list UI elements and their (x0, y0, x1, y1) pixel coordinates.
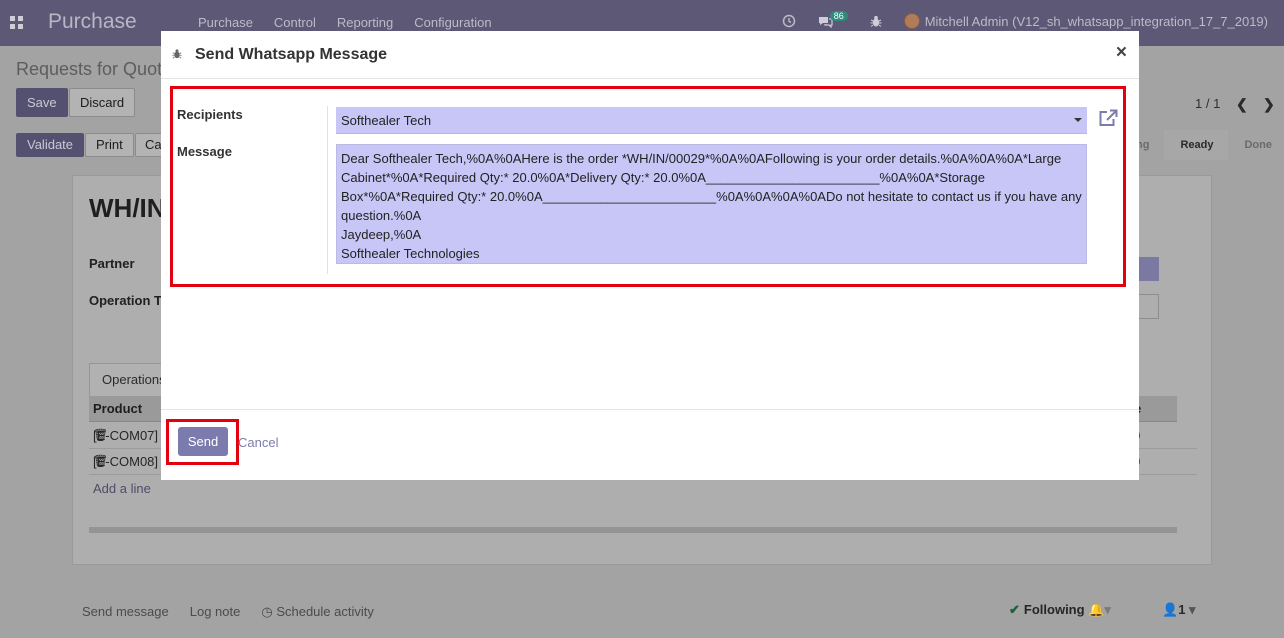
status-bar: ng Ready Done (1120, 130, 1284, 160)
chevron-down-icon: ▾ (1189, 602, 1196, 617)
add-line-link[interactable]: Add a line (93, 481, 151, 496)
schedule-activity-link[interactable]: ◷ Schedule activity (261, 604, 374, 620)
debug-bug-icon[interactable] (172, 48, 182, 63)
operation-type-label: Operation T (89, 293, 162, 308)
bell-icon[interactable]: 🔔▾ (1088, 602, 1111, 617)
partner-select-edge[interactable] (1137, 257, 1159, 281)
clock-icon: ◷ (261, 604, 277, 619)
dialog-footer (161, 409, 1139, 480)
schedule-activity-label: Schedule activity (276, 604, 374, 619)
label-divider (327, 106, 328, 274)
navbar-systray: 86 Mitchell Admin (V12_sh_whatsapp_integ… (782, 11, 1268, 29)
whatsapp-dialog: Send Whatsapp Message × Recipients Messa… (161, 31, 1139, 480)
menu-item-control[interactable]: Control (274, 15, 316, 30)
app-brand: Purchase (48, 10, 137, 33)
user-menu-label[interactable]: Mitchell Admin (V12_sh_whatsapp_integrat… (925, 14, 1268, 29)
followers-button[interactable]: 👤1 ▾ (1162, 602, 1196, 618)
check-icon: ✔ (1009, 602, 1020, 617)
message-label: Message (177, 144, 232, 159)
messages-icon[interactable]: 86 (818, 11, 848, 28)
follow-button[interactable]: ✔ Following 🔔▾ (1009, 602, 1111, 618)
dialog-header: Send Whatsapp Message × (161, 31, 1139, 79)
breadcrumb[interactable]: Requests for Quot (16, 59, 162, 80)
pager-previous-icon[interactable]: ❮ (1236, 96, 1248, 113)
partner-label: Partner (89, 256, 135, 271)
print-button[interactable]: Print (85, 133, 134, 157)
send-button[interactable]: Send (178, 427, 228, 456)
record-title: WH/IN (89, 193, 166, 223)
user-icon: 👤 (1162, 602, 1179, 617)
close-icon[interactable]: × (1116, 42, 1127, 64)
clock-icon[interactable] (782, 14, 796, 28)
apps-menu-icon[interactable] (10, 16, 23, 29)
discard-button[interactable]: Discard (69, 88, 136, 117)
menu-item-reporting[interactable]: Reporting (337, 15, 393, 30)
message-textarea[interactable]: Dear Softhealer Tech,%0A%0AHere is the o… (336, 144, 1087, 264)
external-link-icon[interactable] (1098, 109, 1118, 130)
recipients-label: Recipients (177, 107, 243, 122)
menu-item-purchase[interactable]: Purchase (198, 15, 253, 30)
recipients-select[interactable]: Softhealer Tech (336, 107, 1087, 134)
validate-button[interactable]: Validate (16, 133, 85, 157)
status-step-done[interactable]: Done (1228, 130, 1284, 160)
operation-input-edge[interactable] (1137, 294, 1159, 319)
cancel-link[interactable]: Cancel (238, 435, 278, 450)
chatter-bar: Send message Log note ◷ Schedule activit… (82, 604, 374, 620)
recipients-value: Softhealer Tech (341, 113, 432, 128)
dialog-title: Send Whatsapp Message (195, 46, 388, 63)
debug-bug-icon[interactable] (870, 15, 882, 28)
menu-item-configuration[interactable]: Configuration (414, 15, 491, 30)
log-note-link[interactable]: Log note (190, 604, 241, 620)
status-step-ready[interactable]: Ready (1164, 130, 1229, 160)
follow-label: Following (1023, 602, 1085, 617)
column-product[interactable]: Product (93, 401, 142, 416)
send-message-link[interactable]: Send message (82, 604, 169, 620)
chevron-down-icon[interactable] (1074, 118, 1082, 122)
tab-operations[interactable]: Operations (89, 363, 169, 396)
horizontal-scrollbar[interactable] (89, 527, 1177, 533)
save-button[interactable]: Save (16, 88, 68, 117)
pager-value[interactable]: 1 / 1 (1195, 96, 1220, 111)
pager-next-icon[interactable]: ❯ (1263, 96, 1275, 113)
messages-count-badge: 86 (829, 11, 848, 21)
followers-count: 1 (1178, 602, 1186, 617)
user-avatar[interactable] (903, 13, 920, 29)
main-menu: Purchase Control Reporting Configuration (198, 15, 492, 30)
